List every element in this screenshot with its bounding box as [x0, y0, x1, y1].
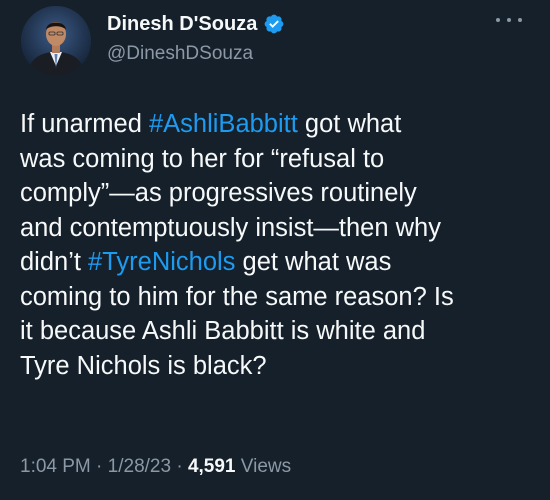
dot — [496, 18, 500, 22]
hashtag-link[interactable]: #AshliBabbitt — [149, 110, 298, 138]
tweet-line-8: Tyre Nichols is black? — [20, 351, 267, 380]
tweet-line-1: If unarmed #AshliBabbitt got what — [20, 107, 540, 142]
tweet-line-5: didn’t #TyreNichols get what was — [20, 245, 540, 280]
tweet-text: If unarmed #AshliBabbitt got what was co… — [20, 107, 540, 383]
profile-photo — [21, 6, 91, 76]
tweet-line-6: coming to him for the same reason? Is — [20, 282, 454, 311]
text: didn’t — [20, 248, 89, 276]
author-name-row: Dinesh D'Souza — [107, 12, 285, 36]
verified-badge-icon — [263, 13, 285, 35]
tweet-card: Dinesh D'Souza @DineshDSouza If unarmed … — [0, 0, 550, 500]
hashtag-link[interactable]: #TyreNichols — [88, 248, 235, 276]
dot — [507, 18, 511, 22]
separator: · — [176, 456, 183, 477]
more-options-icon[interactable] — [496, 12, 522, 28]
text: got what — [297, 110, 402, 138]
author-handle[interactable]: @DineshDSouza — [107, 42, 253, 66]
tweet-meta: 1:04 PM · 1/28/23 · 4,591 Views — [20, 455, 291, 479]
tweet-date[interactable]: 1/28/23 — [108, 456, 171, 477]
avatar[interactable] — [21, 6, 91, 76]
text: If unarmed — [20, 110, 149, 138]
tweet-line-3: comply”—as progressives routinely — [20, 179, 417, 207]
author-display-name[interactable]: Dinesh D'Souza — [107, 12, 257, 36]
views-count: 4,591 — [187, 456, 236, 477]
tweet-line-7: it because Ashli Babbitt is white and — [20, 317, 426, 345]
text: get what was — [235, 248, 392, 276]
views-label: Views — [240, 456, 292, 477]
separator: · — [96, 456, 103, 477]
tweet-line-2: was coming to her for “refusal to — [20, 144, 385, 173]
tweet-line-4: and contemptuously insist—then why — [20, 213, 441, 242]
tweet-time[interactable]: 1:04 PM — [20, 456, 91, 477]
dot — [518, 18, 522, 22]
